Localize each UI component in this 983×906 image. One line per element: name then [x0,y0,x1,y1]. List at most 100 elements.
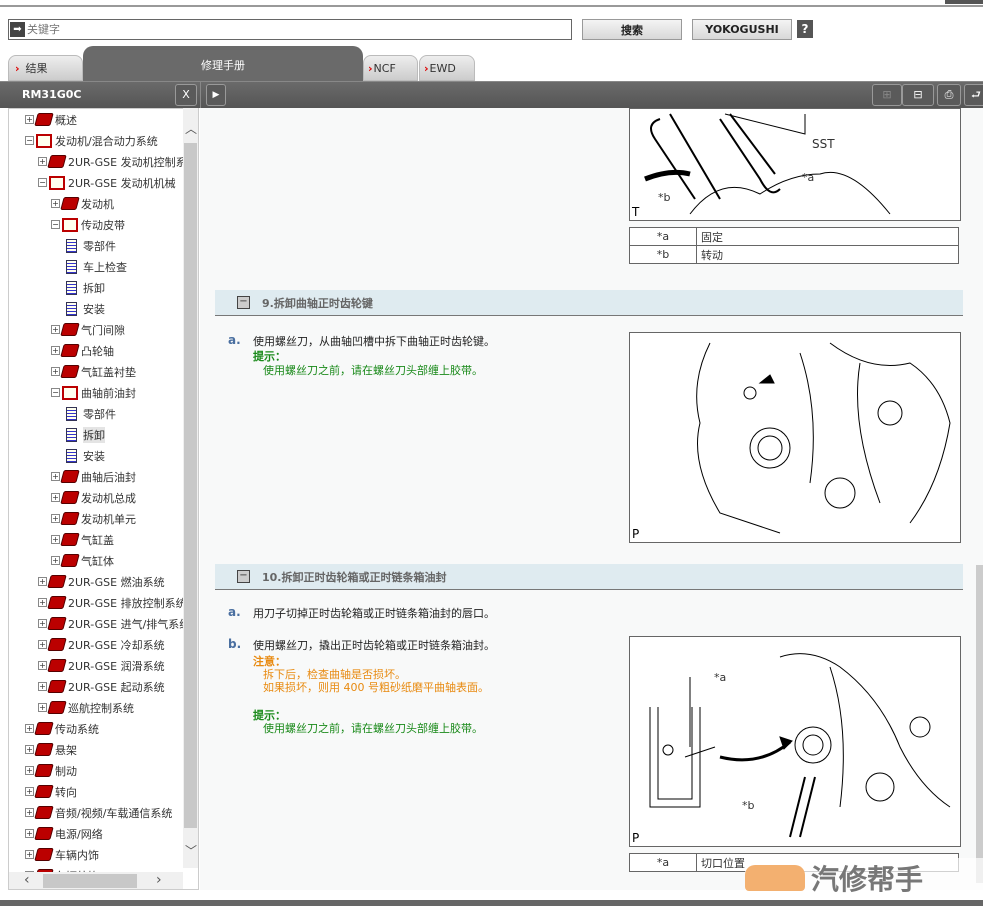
tree-node[interactable]: + 气缸盖衬垫 [51,361,136,382]
tab-repair-manual[interactable]: 修理手册 [83,46,363,82]
tree-node[interactable]: + 制动 [25,760,77,781]
expand-icon[interactable]: + [25,808,34,817]
collapse-icon[interactable]: − [237,296,250,309]
tree-node[interactable]: + 悬架 [25,739,77,760]
tree-node[interactable]: +2UR-GSE 润滑系统 [38,655,165,676]
tree-node-label: 拆卸 [83,426,105,443]
expand-icon[interactable]: + [51,346,60,355]
scroll-left-icon[interactable]: ‹ [24,872,30,888]
engine-drawing [696,342,951,534]
tree-node[interactable]: + 曲轴后油封 [51,466,136,487]
expand-icon[interactable]: + [51,367,60,376]
expand-icon[interactable]: + [25,829,34,838]
tree-node[interactable]: + 凸轮轴 [51,340,114,361]
expand-icon[interactable]: + [38,661,47,670]
close-sidebar-button[interactable]: X [175,84,197,106]
tree-node[interactable]: + 传动系统 [25,718,99,739]
search-button[interactable]: 搜索 [582,19,682,40]
play-button[interactable]: ▶ [206,84,226,106]
expand-all-icon[interactable]: ⊞ [872,84,902,106]
chevron-right-icon: › [368,61,373,75]
scrollbar-thumb[interactable] [43,874,137,888]
expand-icon[interactable]: + [51,493,60,502]
collapse-icon[interactable]: − [51,388,60,397]
expand-icon[interactable]: + [38,157,47,166]
expand-icon[interactable]: + [51,535,60,544]
scroll-down-icon[interactable]: ﹀ [185,842,197,859]
tree-node[interactable]: + 概述 [25,109,77,130]
tree-node[interactable]: + 音频/视频/车载通信系统 [25,802,172,823]
tree-node[interactable]: 拆卸 [64,277,105,298]
tree-node[interactable]: + 车辆内饰 [25,844,99,865]
tree-node[interactable]: +2UR-GSE 发动机控制系统 [38,151,198,172]
expand-icon[interactable]: + [51,472,60,481]
search-box[interactable]: ➡ [8,19,572,40]
tree-node[interactable]: + 发动机总成 [51,487,136,508]
tree-node[interactable]: + 发动机单元 [51,508,136,529]
expand-icon[interactable]: + [25,850,34,859]
tree-node-label: 2UR-GSE 发动机控制系统 [68,155,198,169]
collapse-icon[interactable]: − [237,570,250,583]
expand-icon[interactable]: + [25,787,34,796]
tree-node[interactable]: − 传动皮带 [51,214,125,235]
scroll-up-icon[interactable]: ︿ [185,120,197,137]
expand-icon[interactable]: + [51,325,60,334]
section-header-step-10[interactable]: − 10.拆卸正时齿轮箱或正时链条箱油封 [215,564,963,590]
tab-ewd[interactable]: › EWD [419,55,475,81]
collapse-icon[interactable]: − [25,136,34,145]
expand-icon[interactable]: + [25,745,34,754]
tree-node[interactable]: +2UR-GSE 进气/排气系统 [38,613,190,634]
expand-icon[interactable]: + [25,766,34,775]
tab-ncf[interactable]: › NCF [363,55,418,81]
tree-node[interactable]: − 发动机/混合动力系统 [25,130,158,151]
expand-icon[interactable]: + [38,619,47,628]
tree-node[interactable]: 车上检查 [64,256,127,277]
expand-icon[interactable]: + [38,598,47,607]
tree-node[interactable]: + 发动机 [51,193,114,214]
tree-node[interactable]: 安装 [64,298,105,319]
expand-icon[interactable]: + [51,556,60,565]
collapse-all-icon[interactable]: ⊟ [902,84,934,106]
expand-icon[interactable]: + [38,640,47,649]
content-scrollbar[interactable] [976,565,983,883]
tree-node[interactable]: +2UR-GSE 排放控制系统 [38,592,187,613]
expand-icon[interactable]: + [51,199,60,208]
tree-node[interactable]: + 气缸体 [51,550,114,571]
search-input[interactable] [25,23,565,36]
tree-node[interactable]: 零部件 [64,403,116,424]
top-divider [0,5,983,7]
expand-icon[interactable]: + [38,577,47,586]
tree-node[interactable]: + 气门间隙 [51,319,125,340]
tree-node[interactable]: + 气缸盖 [51,529,114,550]
tab-label: 结果 [25,62,48,75]
expand-icon[interactable]: + [38,703,47,712]
print-icon[interactable]: ⎙ [937,84,961,106]
tree-node[interactable]: − 曲轴前油封 [51,382,136,403]
expand-icon[interactable]: + [51,514,60,523]
tree-node[interactable]: +2UR-GSE 燃油系统 [38,571,165,592]
tree-node[interactable]: 零部件 [64,235,116,256]
expand-icon[interactable]: + [25,724,34,733]
scroll-right-icon[interactable]: › [156,872,162,888]
legend-value: 转动 [696,245,959,264]
expand-icon[interactable]: + [38,682,47,691]
return-icon[interactable]: ⮐ [964,84,983,106]
tree-node[interactable]: +2UR-GSE 冷却系统 [38,634,165,655]
tree-node[interactable]: +2UR-GSE 起动系统 [38,676,165,697]
tab-results[interactable]: › 结果 [8,55,83,81]
tree-node[interactable]: + 转向 [25,781,77,802]
tree-node[interactable]: − 2UR-GSE 发动机机械 [38,172,176,193]
collapse-icon[interactable]: − [51,220,60,229]
expand-icon[interactable]: + [25,115,34,124]
scrollbar-thumb[interactable] [184,143,197,828]
help-icon[interactable]: ? [797,20,813,38]
collapse-icon[interactable]: − [38,178,47,187]
yokogushi-button[interactable]: YOKOGUSHI [692,19,792,40]
tree-node[interactable]: + 巡航控制系统 [38,697,134,718]
tree-node[interactable]: 拆卸 [64,424,105,445]
tree-node[interactable]: + 电源/网络 [25,823,103,844]
tree-node[interactable]: 安装 [64,445,105,466]
tree-node-label: 凸轮轴 [81,344,114,358]
section-header-step-9[interactable]: − 9.拆卸曲轴正时齿轮键 [215,290,963,316]
document-icon [66,301,77,316]
